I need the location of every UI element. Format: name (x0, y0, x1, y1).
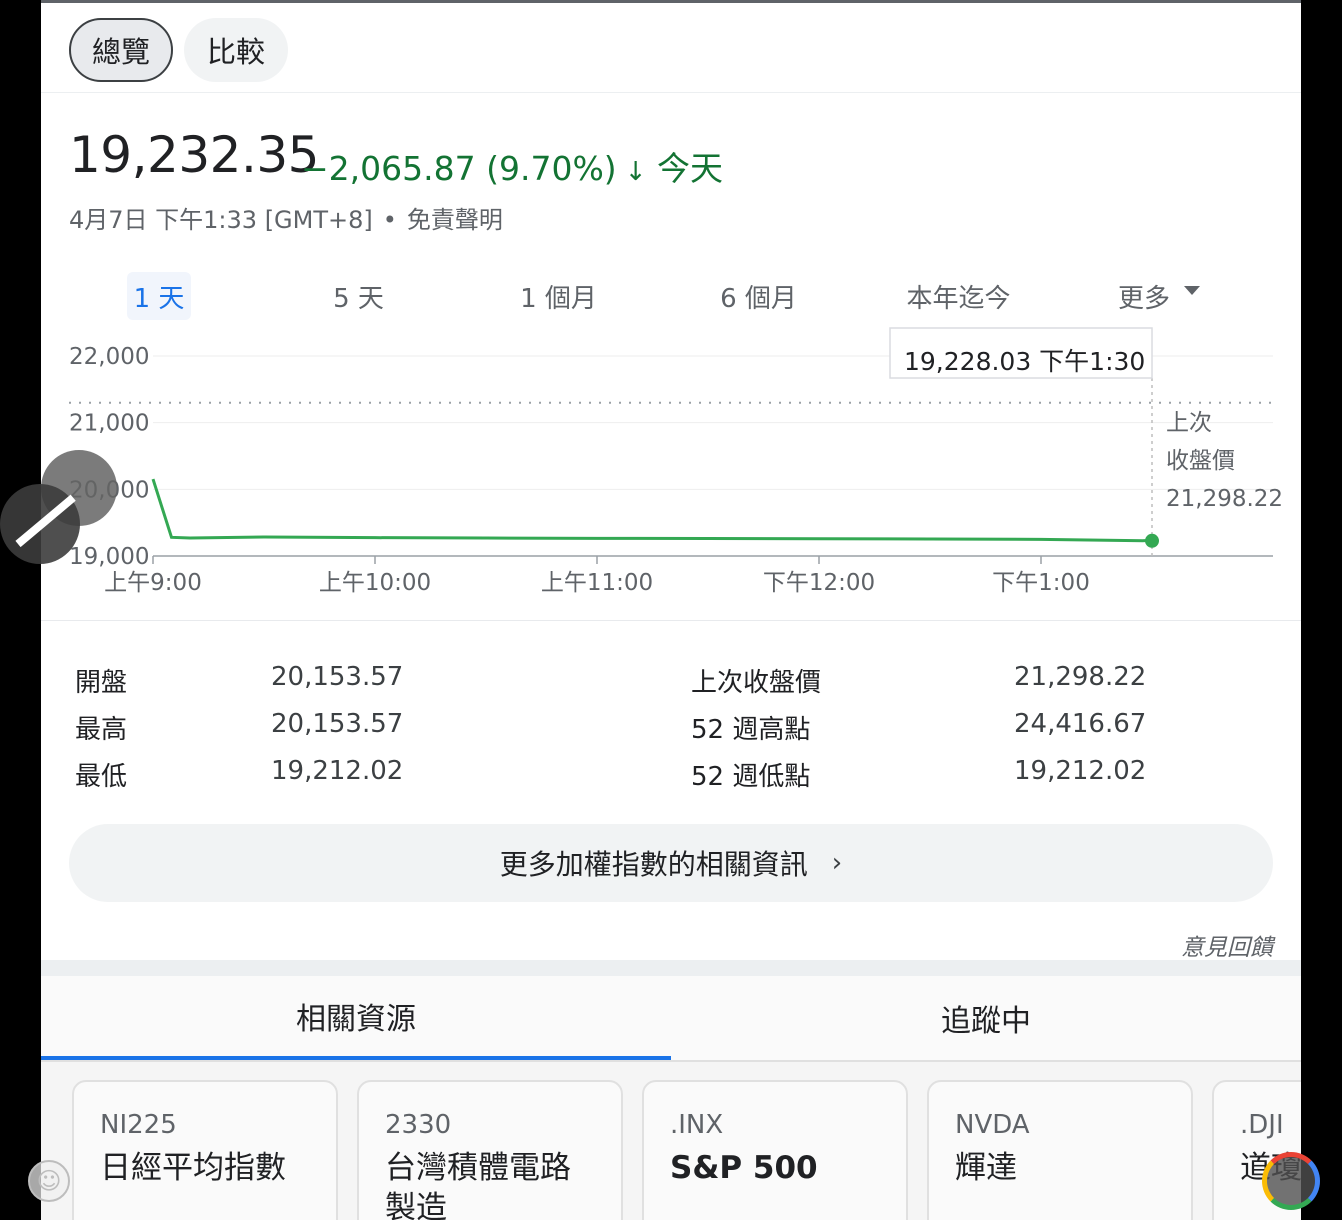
bottom-tabs: 相關資源 追蹤中 (41, 976, 1301, 1062)
price-change: −2,065.87 (9.70%) ↓ 今天 (301, 142, 723, 190)
card-symbol: NVDA (955, 1110, 1030, 1140)
card-name: 日經平均指數 (100, 1150, 286, 1186)
tab-related[interactable]: 相關資源 (41, 976, 671, 1060)
card-symbol: .DJI (1240, 1110, 1284, 1140)
stat-52w-high-label: 52 週高點 (691, 715, 811, 745)
stat-52w-high-value: 24,416.67 (1014, 709, 1147, 739)
top-border (41, 0, 1301, 3)
section-divider (41, 960, 1301, 976)
card-2330[interactable]: 2330 台灣積體電路製造 (357, 1080, 623, 1220)
quote-meta: 4月7日 下午1:33 [GMT+8] • 免責聲明 (69, 200, 503, 235)
change-value: −2,065.87 (9.70%) (301, 149, 617, 188)
range-6m[interactable]: 6 個月 (711, 272, 806, 320)
card-name: 輝達 (955, 1150, 1017, 1186)
price-chart[interactable]: 22,00021,00020,00019,000上午9:00上午10:00上午1… (41, 320, 1301, 620)
range-ytd[interactable]: 本年迄今 (901, 272, 1016, 320)
price-line (151, 478, 1153, 543)
stat-open-value: 20,153.57 (271, 662, 404, 692)
more-info-label: 更多加權指數的相關資訊 (499, 848, 808, 881)
cursor-dot (1145, 533, 1159, 548)
y-tick-label: 21,000 (69, 411, 149, 437)
related-cards: NI225 日經平均指數 2330 台灣積體電路製造 .INX S&P 500 … (41, 1062, 1301, 1220)
card-symbol: 2330 (385, 1110, 452, 1140)
feedback-link[interactable]: 意見回饋 (1181, 928, 1273, 962)
x-tick-label: 下午12:00 (763, 570, 875, 596)
quote-datetime: 4月7日 下午1:33 [GMT+8] (69, 206, 373, 234)
card-name: S&P 500 (670, 1150, 818, 1186)
more-info-button[interactable]: 更多加權指數的相關資訊 › (69, 824, 1273, 902)
range-more-label: 更多 (1117, 283, 1170, 314)
y-tick-label: 22,000 (69, 344, 149, 370)
tooltip-value: 19,228.03 下午1:30 (904, 347, 1145, 376)
range-tabs: 1 天 5 天 1 個月 6 個月 本年迄今 更多 (41, 272, 1301, 322)
smile-icon[interactable]: ☺ (28, 1160, 70, 1202)
stat-prev-close-value: 21,298.22 (1014, 662, 1147, 692)
previous-close-value: 21,298.22 (1166, 486, 1283, 512)
stat-52w-low-label: 52 週低點 (691, 762, 811, 792)
stats-divider (41, 620, 1301, 621)
range-1d[interactable]: 1 天 (127, 272, 191, 320)
stat-high-value: 20,153.57 (271, 709, 404, 739)
card-ni225[interactable]: NI225 日經平均指數 (72, 1080, 338, 1220)
range-1m[interactable]: 1 個月 (511, 272, 606, 320)
stat-low-value: 19,212.02 (271, 756, 404, 786)
stat-low-label: 最低 (75, 762, 128, 792)
disclaimer-link[interactable]: 免責聲明 (407, 206, 503, 234)
x-tick-label: 下午1:00 (992, 570, 1090, 596)
card-symbol: .INX (670, 1110, 724, 1140)
stat-open-label: 開盤 (75, 668, 128, 698)
meta-separator: • (382, 206, 397, 234)
tab-overview[interactable]: 總覽 (69, 18, 173, 82)
range-more[interactable]: 更多 (1109, 272, 1209, 320)
card-name: 台灣積體電路製造 (385, 1150, 571, 1220)
stat-52w-low-value: 19,212.02 (1014, 756, 1147, 786)
range-5d[interactable]: 5 天 (321, 272, 396, 320)
x-tick-label: 上午11:00 (541, 570, 653, 596)
header-divider (41, 92, 1301, 93)
chevron-right-icon: › (831, 848, 843, 878)
arrow-down-icon: ↓ (624, 157, 647, 187)
stat-high-label: 最高 (75, 715, 128, 745)
y-tick-label: 19,000 (69, 544, 149, 570)
tab-following[interactable]: 追蹤中 (671, 976, 1301, 1060)
card-inx[interactable]: .INX S&P 500 (642, 1080, 908, 1220)
assistant-fab-icon[interactable] (1262, 1152, 1320, 1210)
tab-compare[interactable]: 比較 (184, 18, 288, 82)
card-symbol: NI225 (100, 1110, 177, 1140)
previous-close-label: 收盤價 (1166, 448, 1235, 474)
stat-prev-close-label: 上次收盤價 (691, 668, 822, 698)
card-nvda[interactable]: NVDA 輝達 (927, 1080, 1193, 1220)
change-period: 今天 (656, 149, 723, 188)
current-price: 19,232.35 (69, 126, 319, 184)
x-tick-label: 上午9:00 (104, 570, 202, 596)
previous-close-label: 上次 (1166, 410, 1212, 436)
dropdown-caret-icon (1184, 285, 1200, 295)
finance-panel: 總覽 比較 19,232.35 −2,065.87 (9.70%) ↓ 今天 4月… (41, 0, 1301, 1220)
x-tick-label: 上午10:00 (319, 570, 431, 596)
